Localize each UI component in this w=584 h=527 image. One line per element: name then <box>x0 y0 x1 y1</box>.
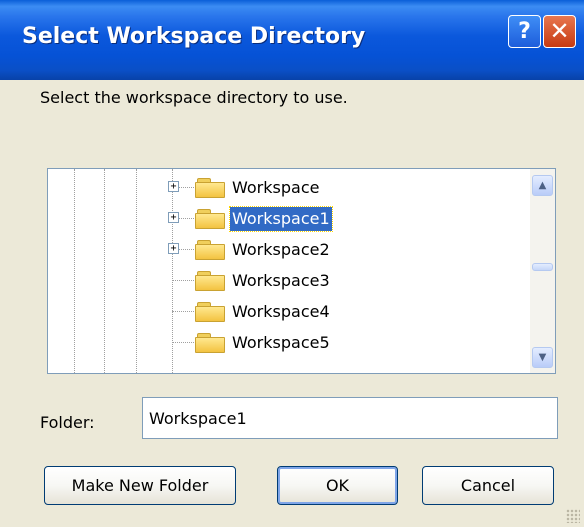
expand-icon[interactable]: + <box>168 243 179 254</box>
help-button[interactable]: ? <box>508 15 541 48</box>
dialog-window: Select Workspace Directory ? ✕ Select th… <box>0 0 584 527</box>
close-button[interactable]: ✕ <box>543 15 576 48</box>
tree-item-label[interactable]: Workspace1 <box>229 206 333 232</box>
title-bar[interactable]: Select Workspace Directory ? ✕ <box>0 0 584 80</box>
scroll-up-button[interactable]: ▲ <box>532 175 553 196</box>
folder-icon <box>195 302 225 322</box>
tree-scrollbar[interactable]: ▲ ▼ <box>530 169 555 373</box>
tree-item-label[interactable]: Workspace <box>230 176 321 200</box>
folder-icon <box>195 333 225 353</box>
expand-icon[interactable]: + <box>168 181 179 192</box>
ok-button[interactable]: OK <box>277 466 398 505</box>
tree-guide-line <box>74 169 75 373</box>
folder-icon <box>195 240 225 260</box>
folder-icon <box>195 178 225 198</box>
tree-item-label[interactable]: Workspace3 <box>230 269 332 293</box>
tree-item-label[interactable]: Workspace2 <box>230 238 332 262</box>
make-new-folder-button[interactable]: Make New Folder <box>44 466 236 505</box>
folder-icon <box>195 209 225 229</box>
resize-grip[interactable] <box>566 509 580 523</box>
scroll-thumb[interactable] <box>532 263 553 271</box>
folder-input[interactable] <box>142 397 558 439</box>
folder-icon <box>195 271 225 291</box>
folder-tree[interactable]: + Workspace + Workspace1 + Workspace2 Workspac… <box>47 168 556 374</box>
instruction-text: Select the workspace directory to use. <box>40 88 348 107</box>
cancel-button[interactable]: Cancel <box>422 466 554 505</box>
tree-guide-line <box>104 169 105 373</box>
dialog-title: Select Workspace Directory <box>22 24 366 49</box>
tree-item-label[interactable]: Workspace4 <box>230 300 332 324</box>
folder-label: Folder: <box>40 413 95 432</box>
tree-item-label[interactable]: Workspace5 <box>230 331 332 355</box>
scroll-down-button[interactable]: ▼ <box>532 347 553 368</box>
tree-guide-line <box>136 169 137 373</box>
expand-icon[interactable]: + <box>168 212 179 223</box>
